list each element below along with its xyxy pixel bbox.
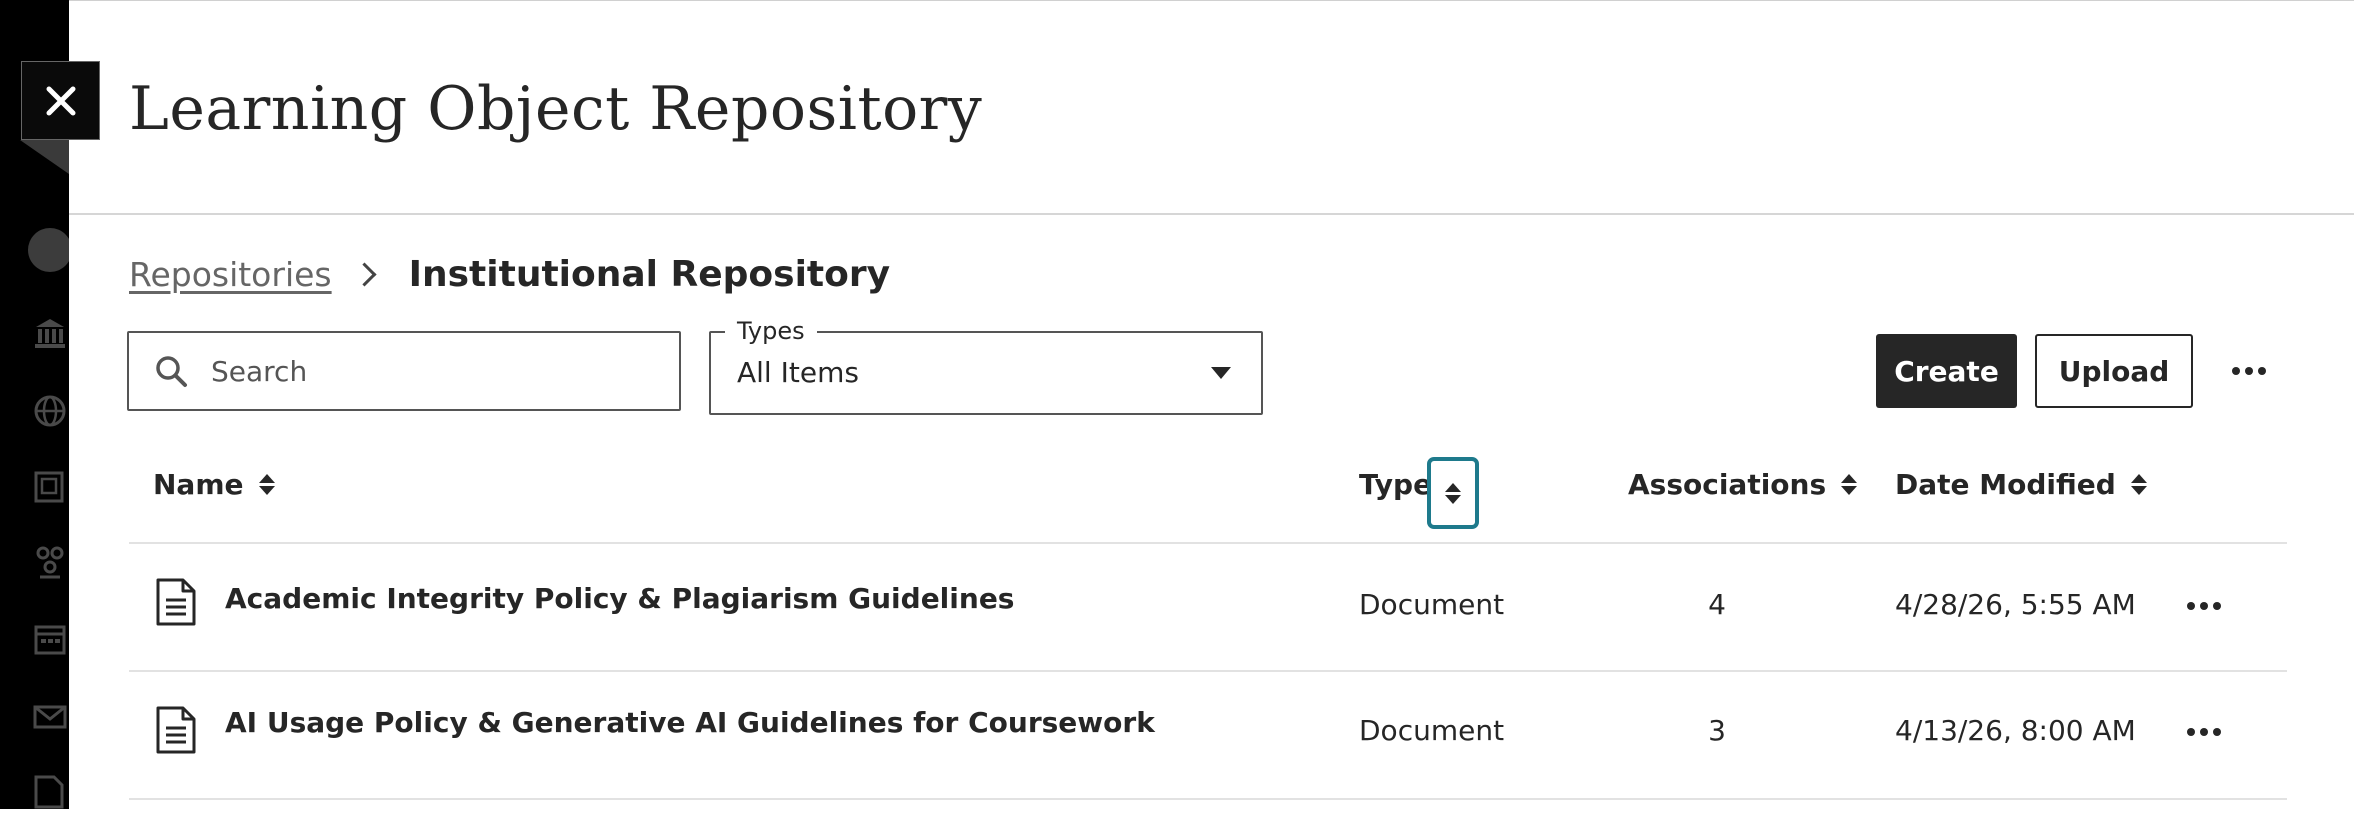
more-icon-dot	[2232, 367, 2240, 375]
calendar-icon[interactable]	[30, 619, 70, 659]
types-selected-value: All Items	[737, 356, 859, 389]
column-header-associations[interactable]: Associations	[1628, 468, 1858, 501]
globe-icon[interactable]	[30, 391, 70, 431]
column-header-date-modified[interactable]: Date Modified	[1895, 468, 2148, 501]
breadcrumb-repositories-link[interactable]: Repositories	[129, 255, 332, 294]
upload-button[interactable]: Upload	[2035, 334, 2193, 408]
close-icon	[46, 86, 76, 116]
page-title: Learning Object Repository	[129, 74, 983, 144]
header-divider	[69, 213, 2354, 215]
more-icon-dot	[2245, 367, 2253, 375]
breadcrumb-current: Institutional Repository	[408, 253, 891, 295]
types-label: Types	[725, 315, 817, 347]
avatar[interactable]	[28, 228, 72, 272]
table-row-divider	[129, 798, 2287, 800]
organizations-icon[interactable]	[30, 543, 70, 583]
sort-icon	[1444, 482, 1462, 504]
item-date-modified: 4/28/26, 5:55 AM	[1895, 588, 2136, 621]
column-header-type[interactable]: Type	[1359, 468, 1432, 501]
chevron-right-icon	[352, 261, 377, 287]
item-type: Document	[1359, 588, 1505, 621]
column-header-label: Associations	[1628, 468, 1827, 501]
sort-icon[interactable]	[258, 474, 276, 495]
type-sort-button[interactable]	[1427, 457, 1479, 529]
more-icon-dot	[2187, 728, 2195, 736]
more-icon-dot	[2187, 602, 2195, 610]
document-icon	[156, 706, 196, 754]
breadcrumb: Repositories Institutional Repository	[129, 252, 890, 296]
item-type: Document	[1359, 714, 1505, 747]
table-row: Academic Integrity Policy & Plagiarism G…	[129, 544, 2287, 668]
item-date-modified: 4/13/26, 8:00 AM	[1895, 714, 2136, 747]
grades-icon[interactable]	[30, 771, 70, 811]
column-header-name[interactable]: Name	[153, 468, 276, 501]
document-icon	[156, 578, 196, 626]
close-button[interactable]	[21, 61, 100, 140]
sort-icon[interactable]	[1840, 474, 1858, 495]
search-input[interactable]	[209, 353, 633, 389]
item-name-link[interactable]: AI Usage Policy & Generative AI Guidelin…	[225, 706, 1155, 739]
column-header-label: Type	[1359, 468, 1433, 501]
more-icon-dot	[2200, 602, 2208, 610]
caret-down-icon	[1211, 367, 1231, 379]
more-icon-dot	[2258, 367, 2266, 375]
row-more-options-button[interactable]	[2174, 586, 2234, 626]
column-header-label: Name	[153, 468, 244, 501]
institution-icon[interactable]	[30, 313, 70, 353]
item-name-link[interactable]: Academic Integrity Policy & Plagiarism G…	[225, 582, 1014, 615]
messages-icon[interactable]	[30, 697, 70, 737]
create-button[interactable]: Create	[1876, 334, 2017, 408]
more-options-button[interactable]	[2219, 351, 2279, 391]
panel-fold-shadow	[20, 140, 69, 174]
types-select[interactable]: Types All Items	[709, 315, 1263, 415]
table-row: AI Usage Policy & Generative AI Guidelin…	[129, 672, 2287, 796]
row-more-options-button[interactable]	[2174, 712, 2234, 752]
more-icon-dot	[2213, 728, 2221, 736]
item-associations: 4	[1708, 588, 1726, 621]
column-header-label: Date Modified	[1895, 468, 2116, 501]
more-icon-dot	[2200, 728, 2208, 736]
search-field[interactable]	[127, 331, 681, 411]
search-icon	[156, 356, 187, 387]
sort-icon[interactable]	[2130, 474, 2148, 495]
courses-icon[interactable]	[30, 467, 70, 507]
more-icon-dot	[2213, 602, 2221, 610]
item-associations: 3	[1708, 714, 1726, 747]
